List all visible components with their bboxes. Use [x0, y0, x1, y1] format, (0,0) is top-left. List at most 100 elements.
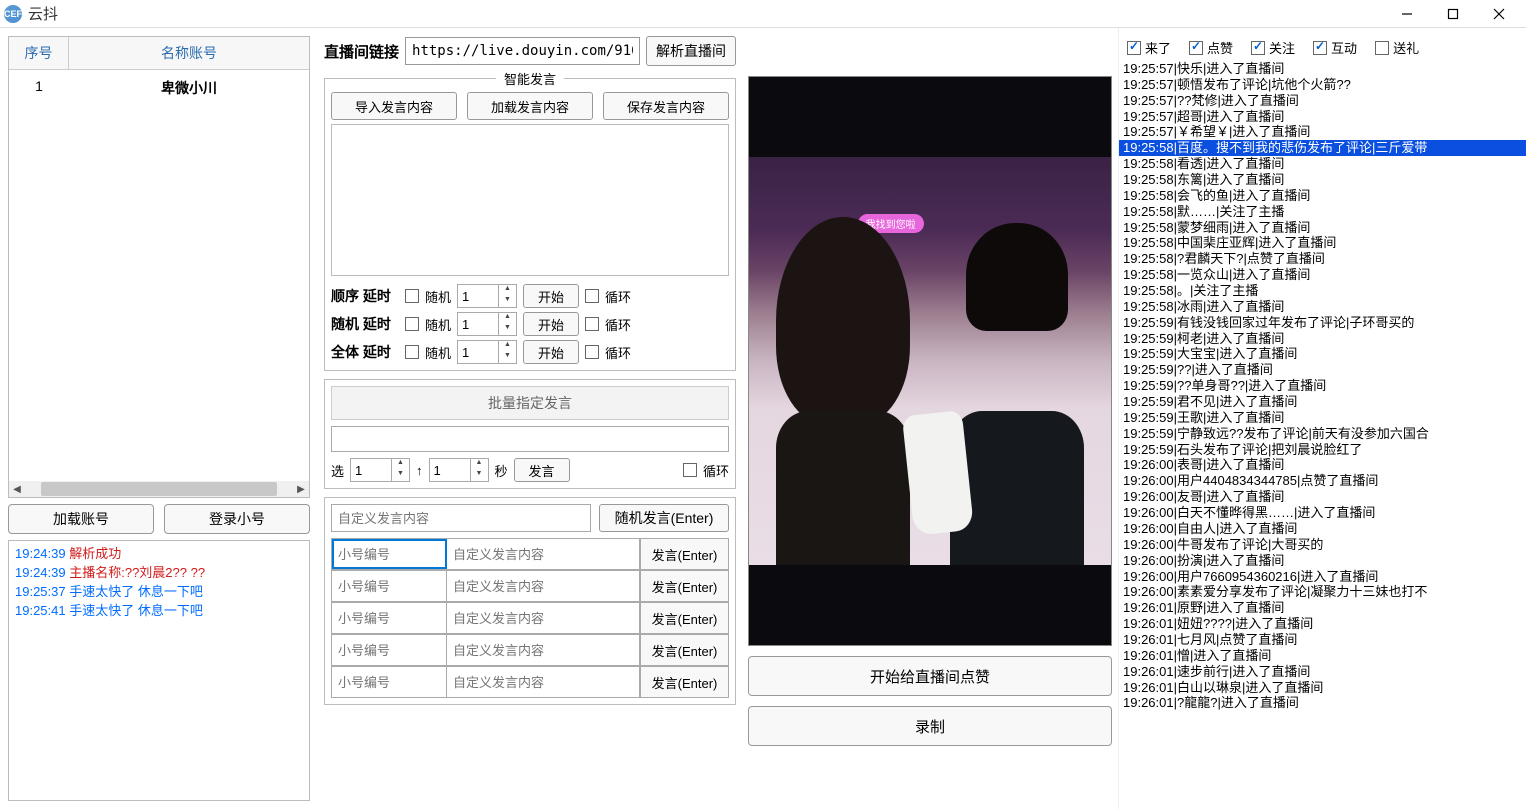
- feed-row[interactable]: 19:25:57|超哥|进入了直播间: [1119, 109, 1526, 125]
- filter-来了[interactable]: 来了: [1127, 38, 1171, 57]
- feed-row[interactable]: 19:26:00|表哥|进入了直播间: [1119, 457, 1526, 473]
- feed-row[interactable]: 19:25:58|一览众山|进入了直播间: [1119, 267, 1526, 283]
- parse-room-button[interactable]: 解析直播间: [646, 36, 736, 66]
- feed-row[interactable]: 19:25:59|??|进入了直播间: [1119, 362, 1526, 378]
- random-checkbox[interactable]: [405, 345, 419, 359]
- feed-row[interactable]: 19:25:59|宁静致远??发布了评论|前天有没参加六国合: [1119, 426, 1526, 442]
- feed-row[interactable]: 19:25:59|??单身哥??|进入了直播间: [1119, 378, 1526, 394]
- feed-row[interactable]: 19:25:59|君不见|进入了直播间: [1119, 394, 1526, 410]
- batch-input[interactable]: [331, 426, 729, 452]
- random-speak-button[interactable]: 随机发言(Enter): [599, 504, 729, 532]
- batch-loop-checkbox[interactable]: [683, 463, 697, 477]
- random-checkbox[interactable]: [405, 317, 419, 331]
- row-speak-button[interactable]: 发言(Enter): [640, 635, 728, 665]
- alt-id-input[interactable]: [332, 571, 447, 601]
- delay-spinner[interactable]: ▲▼: [457, 340, 517, 364]
- scroll-thumb[interactable]: [41, 482, 277, 496]
- filter-点赞[interactable]: 点赞: [1189, 38, 1233, 57]
- feed-row[interactable]: 19:25:57|快乐|进入了直播间: [1119, 61, 1526, 77]
- count-spinner[interactable]: ▲▼: [429, 458, 489, 482]
- start-like-button[interactable]: 开始给直播间点赞: [748, 656, 1112, 696]
- row-speak-button[interactable]: 发言(Enter): [640, 603, 728, 633]
- checkbox-icon[interactable]: [1251, 41, 1265, 55]
- filter-关注[interactable]: 关注: [1251, 38, 1295, 57]
- feed-row[interactable]: 19:26:00|用户7660954360216|进入了直播间: [1119, 569, 1526, 585]
- feed-row[interactable]: 19:26:01|速步前行|进入了直播间: [1119, 664, 1526, 680]
- table-row[interactable]: 1卑微小川: [9, 70, 309, 106]
- feed-row[interactable]: 19:25:59|石头发布了评论|把刘晨说脸红了: [1119, 442, 1526, 458]
- feed-row[interactable]: 19:25:58|?君麟天下?|点赞了直播间: [1119, 251, 1526, 267]
- feed-row[interactable]: 19:26:01|白山以琳泉|进入了直播间: [1119, 680, 1526, 696]
- batch-speak-button[interactable]: 发言: [514, 458, 570, 482]
- minimize-button[interactable]: [1384, 0, 1430, 28]
- feed-row[interactable]: 19:25:59|大宝宝|进入了直播间: [1119, 346, 1526, 362]
- alt-id-input[interactable]: [332, 667, 447, 697]
- loop-checkbox[interactable]: [585, 345, 599, 359]
- feed-row[interactable]: 19:25:58|会飞的鱼|进入了直播间: [1119, 188, 1526, 204]
- row-speak-button[interactable]: 发言(Enter): [640, 667, 728, 697]
- select-spinner[interactable]: ▲▼: [350, 458, 410, 482]
- login-alt-button[interactable]: 登录小号: [164, 504, 310, 534]
- feed-row[interactable]: 19:26:01|七月风|点赞了直播间: [1119, 632, 1526, 648]
- record-button[interactable]: 录制: [748, 706, 1112, 746]
- feed-row[interactable]: 19:25:58|东篱|进入了直播间: [1119, 172, 1526, 188]
- alt-content-input[interactable]: [447, 603, 640, 633]
- random-checkbox[interactable]: [405, 289, 419, 303]
- custom-content-input[interactable]: [331, 504, 591, 532]
- feed-row[interactable]: 19:26:00|白天不懂晔得黑……|进入了直播间: [1119, 505, 1526, 521]
- feed-row[interactable]: 19:25:57|顿悟发布了评论|坑他个火箭??: [1119, 77, 1526, 93]
- alt-id-input[interactable]: [332, 539, 447, 569]
- alt-content-input[interactable]: [447, 635, 640, 665]
- accounts-scrollbar[interactable]: ◀ ▶: [9, 481, 309, 497]
- checkbox-icon[interactable]: [1313, 41, 1327, 55]
- row-speak-button[interactable]: 发言(Enter): [640, 571, 728, 601]
- feed-row[interactable]: 19:26:00|扮演|进入了直播间: [1119, 553, 1526, 569]
- save-content-button[interactable]: 保存发言内容: [603, 92, 729, 120]
- feed-row[interactable]: 19:25:57|￥希望￥|进入了直播间: [1119, 124, 1526, 140]
- feed-row[interactable]: 19:25:59|王歌|进入了直播间: [1119, 410, 1526, 426]
- scroll-right-icon[interactable]: ▶: [293, 484, 309, 495]
- feed-row[interactable]: 19:25:57|??梵修|进入了直播间: [1119, 93, 1526, 109]
- feed-row[interactable]: 19:25:58|蒙梦细雨|进入了直播间: [1119, 220, 1526, 236]
- close-button[interactable]: [1476, 0, 1522, 28]
- loop-checkbox[interactable]: [585, 317, 599, 331]
- feed-row[interactable]: 19:26:01|憎|进入了直播间: [1119, 648, 1526, 664]
- feed-row[interactable]: 19:26:01|妞妞????|进入了直播间: [1119, 616, 1526, 632]
- delay-spinner[interactable]: ▲▼: [457, 284, 517, 308]
- row-speak-button[interactable]: 发言(Enter): [640, 539, 728, 569]
- start-button[interactable]: 开始: [523, 340, 579, 364]
- alt-content-input[interactable]: [447, 667, 640, 697]
- delay-spinner[interactable]: ▲▼: [457, 312, 517, 336]
- filter-送礼[interactable]: 送礼: [1375, 38, 1419, 57]
- feed-row[interactable]: 19:25:58|百度。搜不到我的悲伤发布了评论|三斤爱带: [1119, 140, 1526, 156]
- feed-row[interactable]: 19:25:59|有钱没钱回家过年发布了评论|子环哥买的: [1119, 315, 1526, 331]
- feed-row[interactable]: 19:26:01|原野|进入了直播间: [1119, 600, 1526, 616]
- alt-id-input[interactable]: [332, 635, 447, 665]
- load-accounts-button[interactable]: 加载账号: [8, 504, 154, 534]
- feed-row[interactable]: 19:25:58|。|关注了主播: [1119, 283, 1526, 299]
- feed-row[interactable]: 19:26:00|牛哥发布了评论|大哥买的: [1119, 537, 1526, 553]
- feed-row[interactable]: 19:25:58|看透|进入了直播间: [1119, 156, 1526, 172]
- feed-row[interactable]: 19:25:58|中国棐庄亚辉|进入了直播间: [1119, 235, 1526, 251]
- checkbox-icon[interactable]: [1189, 41, 1203, 55]
- feed-row[interactable]: 19:25:58|默……|关注了主播: [1119, 204, 1526, 220]
- checkbox-icon[interactable]: [1375, 41, 1389, 55]
- alt-id-input[interactable]: [332, 603, 447, 633]
- feed-row[interactable]: 19:25:59|柯老|进入了直播间: [1119, 331, 1526, 347]
- loop-checkbox[interactable]: [585, 289, 599, 303]
- import-content-button[interactable]: 导入发言内容: [331, 92, 457, 120]
- feed-row[interactable]: 19:26:00|自由人|进入了直播间: [1119, 521, 1526, 537]
- feed-row[interactable]: 19:26:00|素素爱分享发布了评论|凝聚力十三妹也打不: [1119, 584, 1526, 600]
- start-button[interactable]: 开始: [523, 284, 579, 308]
- start-button[interactable]: 开始: [523, 312, 579, 336]
- scroll-left-icon[interactable]: ◀: [9, 484, 25, 495]
- feed-row[interactable]: 19:26:00|友哥|进入了直播间: [1119, 489, 1526, 505]
- feed-row[interactable]: 19:26:01|?龍龍?|进入了直播间: [1119, 695, 1526, 711]
- activity-feed[interactable]: 19:25:57|快乐|进入了直播间19:25:57|顿悟发布了评论|坑他个火箭…: [1119, 61, 1526, 809]
- alt-content-input[interactable]: [447, 539, 640, 569]
- filter-互动[interactable]: 互动: [1313, 38, 1357, 57]
- checkbox-icon[interactable]: [1127, 41, 1141, 55]
- feed-row[interactable]: 19:25:58|冰雨|进入了直播间: [1119, 299, 1526, 315]
- feed-row[interactable]: 19:26:00|用户4404834344785|点赞了直播间: [1119, 473, 1526, 489]
- content-textarea[interactable]: [331, 124, 729, 276]
